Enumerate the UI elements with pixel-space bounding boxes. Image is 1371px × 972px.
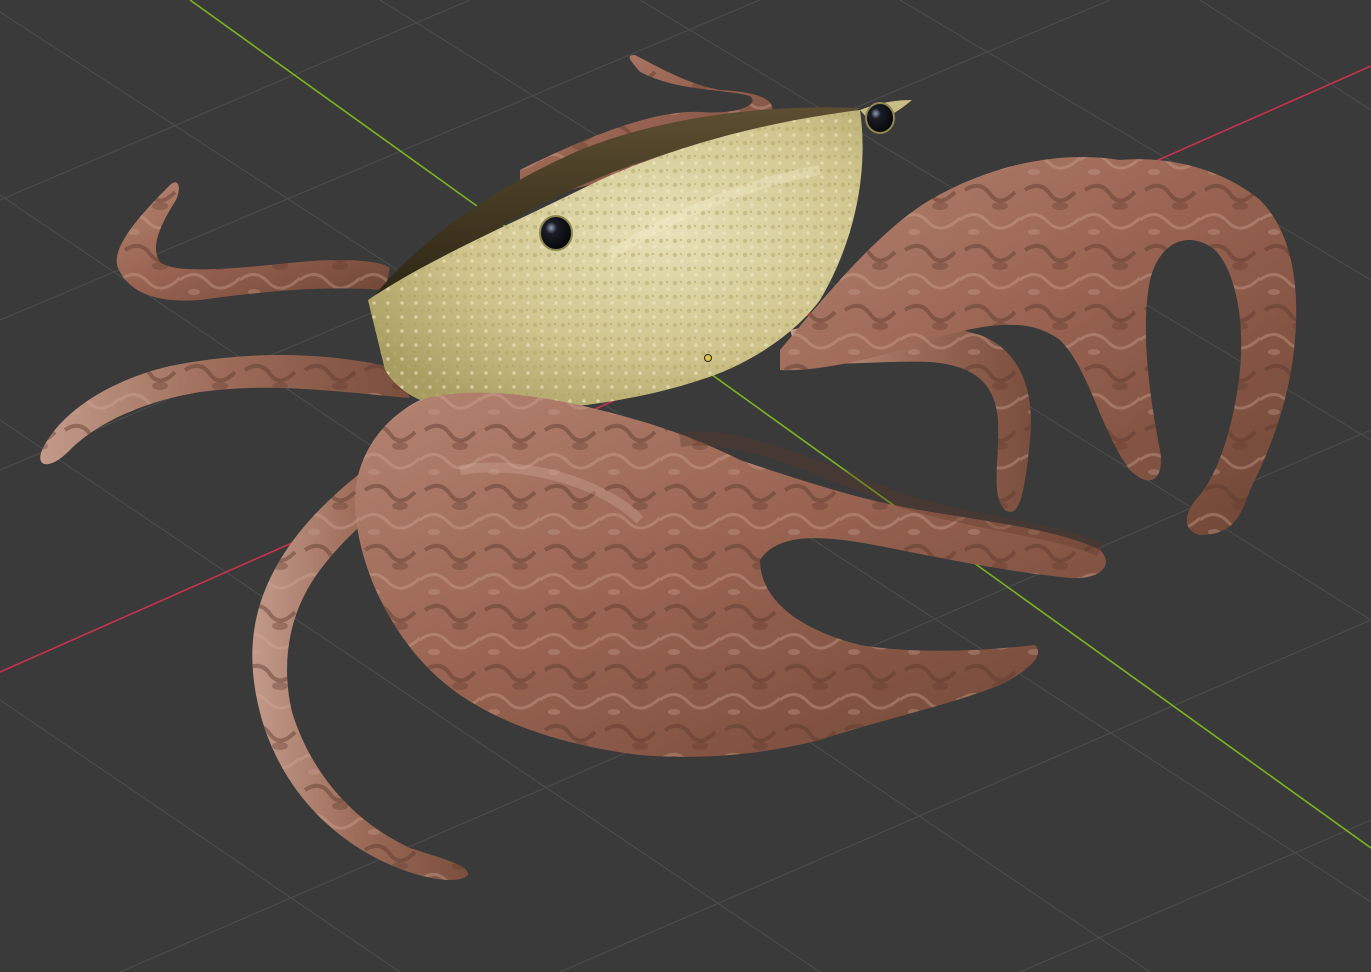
crab-eye-right bbox=[865, 102, 895, 134]
3d-viewport[interactable] bbox=[0, 0, 1371, 972]
object-origin-marker[interactable] bbox=[704, 354, 712, 362]
crab-eye-left bbox=[539, 215, 573, 251]
viewport-canvas[interactable] bbox=[0, 0, 1371, 972]
